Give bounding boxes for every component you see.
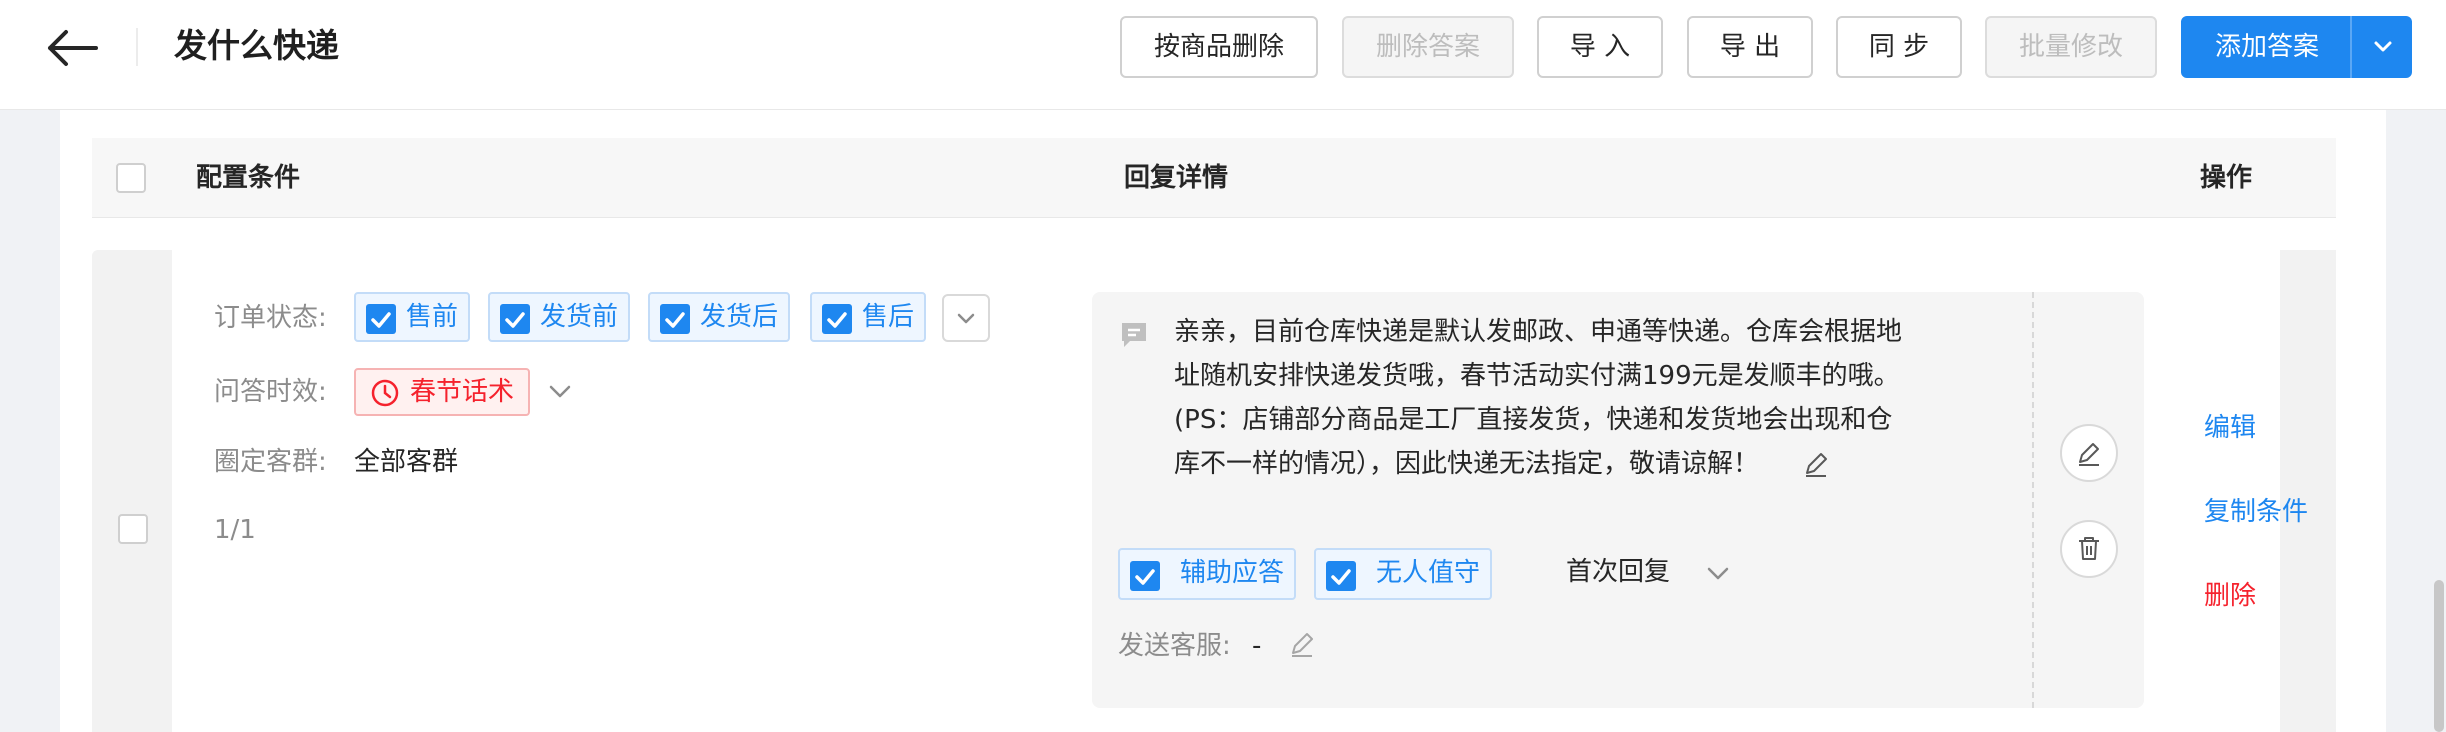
order-status-tag-before-shipping[interactable]: 发货前 — [488, 292, 631, 342]
reply-line: (PS：店铺部分商品是工厂直接发货，快递和发货地会出现和仓 — [1174, 405, 1893, 435]
tag-label: 售后 — [862, 302, 915, 332]
pencil-icon — [2079, 443, 2099, 466]
table-header: 配置条件 回复详情 操作 — [92, 138, 2336, 218]
reply-line: 亲亲，目前仓库快递是默认发邮政、申通等快递。仓库会根据地 — [1174, 317, 1903, 347]
chevron-down-icon[interactable] — [548, 384, 572, 400]
message-icon — [1122, 323, 1146, 347]
audience-label: 圈定客群: — [214, 447, 327, 477]
checkbox-checked-icon — [1130, 561, 1160, 591]
import-button[interactable]: 导 入 — [1537, 16, 1663, 78]
tag-label: 发货后 — [700, 302, 779, 332]
clock-icon — [371, 379, 399, 407]
copy-condition-link[interactable]: 复制条件 — [2204, 492, 2308, 532]
column-header-action: 操作 — [2200, 163, 2253, 193]
order-status-label: 订单状态: — [214, 303, 327, 333]
reply-divider — [2032, 292, 2034, 708]
back-arrow-icon[interactable] — [44, 26, 100, 70]
top-header: 发什么快递 按商品删除 删除答案 导 入 导 出 同 步 批量修改 添加答案 — [0, 0, 2446, 110]
chevron-down-icon[interactable] — [1706, 566, 1730, 582]
vertical-scrollbar[interactable] — [2434, 580, 2444, 732]
qa-time-value: 春节话术 — [410, 377, 515, 407]
select-all-checkbox[interactable] — [116, 163, 146, 193]
send-service-label: 发送客服: — [1118, 631, 1231, 661]
order-status-expand-button[interactable] — [942, 294, 990, 342]
chevron-down-icon — [957, 313, 975, 324]
pencil-icon[interactable] — [1802, 450, 1830, 478]
checkbox-checked-icon — [822, 304, 852, 334]
delete-by-product-button[interactable]: 按商品删除 — [1120, 16, 1318, 78]
delete-reply-button[interactable] — [2060, 520, 2118, 578]
tag-label: 辅助应答 — [1180, 558, 1285, 588]
tag-label: 售前 — [406, 302, 459, 332]
checkbox-checked-icon — [1326, 561, 1356, 591]
column-header-reply: 回复详情 — [1124, 163, 1229, 193]
column-header-config: 配置条件 — [196, 163, 301, 193]
tag-label: 无人值守 — [1376, 558, 1481, 588]
tag-label: 发货前 — [540, 302, 619, 332]
reply-option-assist[interactable]: 辅助应答 — [1118, 548, 1297, 600]
order-status-tag-presale[interactable]: 售前 — [354, 292, 471, 342]
sync-button[interactable]: 同 步 — [1836, 16, 1962, 78]
edit-link[interactable]: 编辑 — [2204, 408, 2256, 448]
qa-time-label: 问答时效: — [214, 377, 327, 407]
reply-mode-value[interactable]: 首次回复 — [1566, 552, 1670, 592]
page-title: 发什么快递 — [174, 26, 339, 65]
edit-reply-button[interactable] — [2060, 424, 2118, 482]
header-divider — [136, 28, 138, 66]
checkbox-checked-icon — [500, 304, 530, 334]
delete-link[interactable]: 删除 — [2204, 576, 2256, 616]
row-checkbox[interactable] — [118, 514, 148, 544]
trash-icon — [2079, 537, 2099, 560]
audience-value: 全部客群 — [354, 447, 459, 477]
add-answer-button[interactable]: 添加答案 — [2181, 16, 2353, 78]
delete-answer-button[interactable]: 删除答案 — [1342, 16, 1514, 78]
pencil-icon[interactable] — [1288, 630, 1316, 658]
qa-time-tag[interactable]: 春节话术 — [354, 368, 531, 416]
order-status-tag-after-sale[interactable]: 售后 — [810, 292, 927, 342]
add-answer-dropdown-button[interactable] — [2350, 16, 2412, 78]
checkbox-checked-icon — [366, 304, 396, 334]
reply-line: 址随机安排快递发货哦，春节活动实付满199元是发顺丰的哦。 — [1174, 361, 1900, 391]
order-status-tag-after-shipping[interactable]: 发货后 — [648, 292, 791, 342]
pagination-indicator: 1/1 — [214, 515, 256, 545]
export-button[interactable]: 导 出 — [1687, 16, 1813, 78]
reply-option-unattended[interactable]: 无人值守 — [1314, 548, 1493, 600]
checkbox-checked-icon — [660, 304, 690, 334]
batch-edit-button[interactable]: 批量修改 — [1985, 16, 2157, 78]
chevron-down-icon — [2374, 41, 2392, 52]
send-service-value: - — [1252, 631, 1262, 661]
